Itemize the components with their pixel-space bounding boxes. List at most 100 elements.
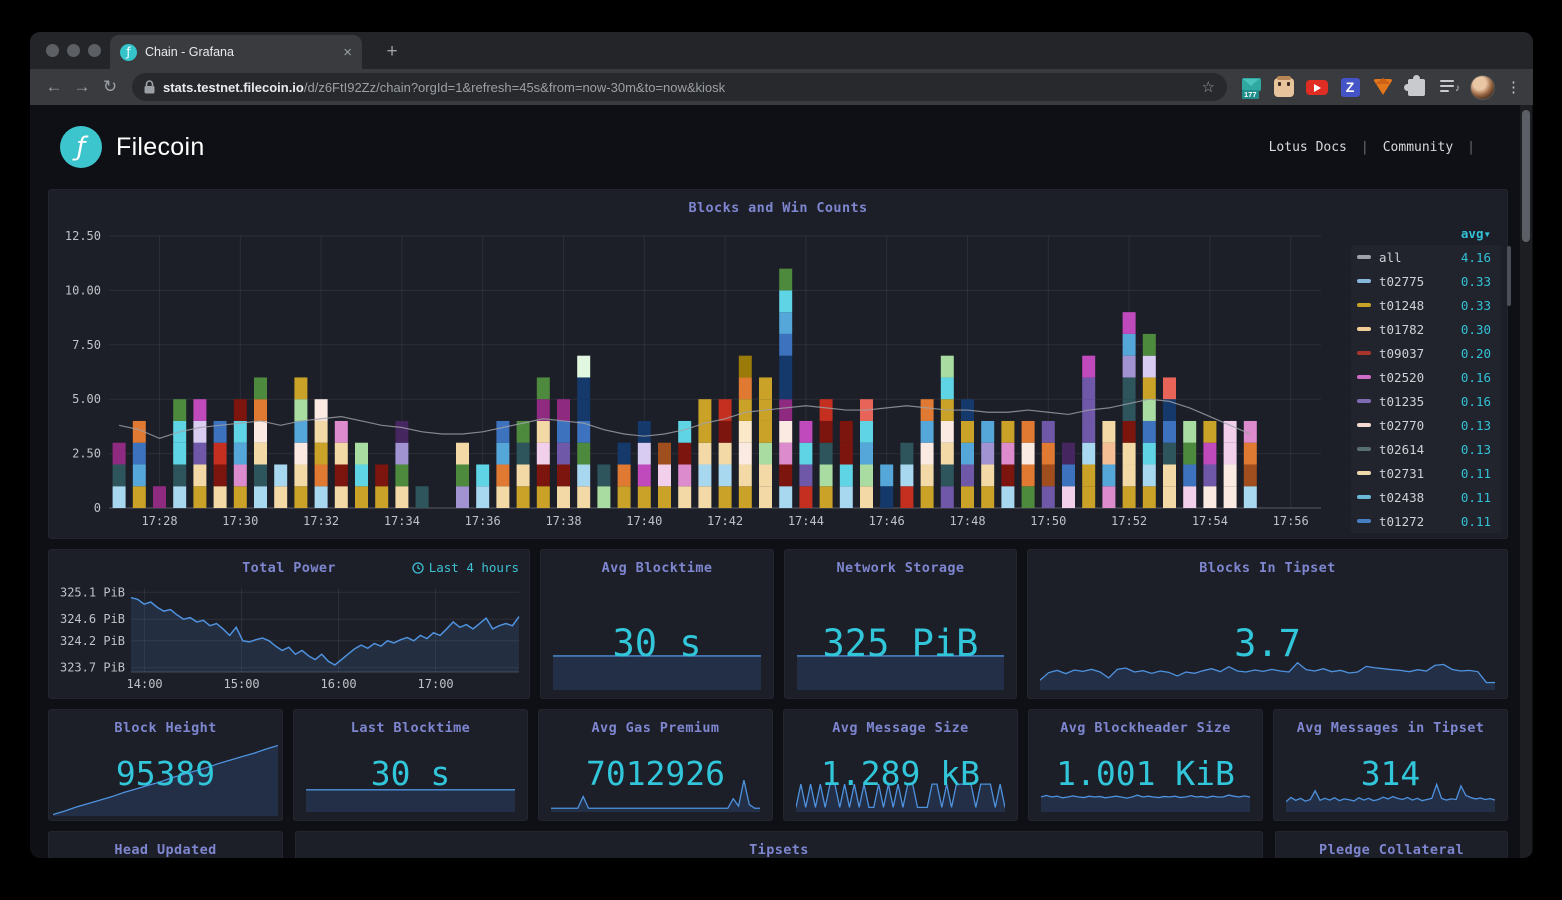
legend-series-name[interactable]: t09037 — [1379, 346, 1461, 361]
legend-color-dash — [1357, 279, 1371, 283]
panel-title[interactable]: Blocks In Tipset — [1028, 550, 1507, 576]
legend-item[interactable]: t027310.11 — [1351, 461, 1501, 485]
playlist-extension-icon[interactable]: ♪ — [1437, 74, 1461, 100]
legend-series-name[interactable]: t02438 — [1379, 490, 1461, 505]
svg-text:5.00: 5.00 — [72, 392, 101, 406]
robot-extension-icon[interactable] — [1272, 74, 1296, 100]
scrollbar-thumb[interactable] — [1522, 110, 1530, 242]
legend-item[interactable]: t027700.13 — [1351, 413, 1501, 437]
chart-legend: avg▾all4.16t027750.33t012480.33t017820.3… — [1351, 224, 1501, 532]
svg-text:7.50: 7.50 — [72, 338, 101, 352]
page-scrollbar[interactable] — [1520, 105, 1532, 858]
svg-text:17:38: 17:38 — [545, 514, 581, 528]
link-separator: | — [1467, 140, 1475, 155]
new-tab-button[interactable]: + — [378, 38, 406, 66]
metamask-extension-icon[interactable] — [1371, 74, 1395, 100]
legend-item[interactable]: t012720.11 — [1351, 509, 1501, 533]
brand-title: Filecoin — [116, 133, 205, 162]
back-icon[interactable]: ← — [40, 73, 68, 101]
legend-series-name[interactable]: t01272 — [1379, 514, 1461, 529]
youtube-extension-icon[interactable] — [1305, 74, 1329, 100]
legend-item[interactable]: t012480.33 — [1351, 293, 1501, 317]
community-link[interactable]: Community — [1383, 140, 1453, 155]
url-host: stats.testnet.filecoin.io — [163, 80, 304, 95]
browser-toolbar: ← → ↻ stats.testnet.filecoin.io/d/z6FtI9… — [30, 69, 1533, 105]
legend-color-dash — [1357, 423, 1371, 427]
svg-text:17:30: 17:30 — [222, 514, 258, 528]
legend-item[interactable]: all4.16 — [1351, 245, 1501, 269]
time-range[interactable]: Last 4 hours — [412, 560, 519, 575]
panel-title[interactable]: Avg Message Size — [784, 710, 1017, 736]
legend-series-name[interactable]: t02520 — [1379, 370, 1461, 385]
panel-title[interactable]: Tipsets — [296, 832, 1262, 858]
legend-color-dash — [1357, 471, 1371, 475]
lock-icon — [144, 80, 155, 94]
legend-series-name[interactable]: t01248 — [1379, 298, 1461, 313]
panel-avg-messages-in-tipset: Avg Messages in Tipset 314 — [1273, 709, 1508, 821]
panel-block-height: Block Height 95389 — [48, 709, 283, 821]
link-separator: | — [1361, 140, 1369, 155]
legend-series-name[interactable]: all — [1379, 250, 1461, 265]
browser-tab[interactable]: ƒ Chain - Grafana × — [110, 35, 362, 69]
legend-series-avg: 0.11 — [1461, 466, 1491, 481]
panel-title[interactable]: Pledge Collateral — [1276, 832, 1507, 858]
close-window-button[interactable] — [46, 44, 59, 57]
panel-title[interactable]: Avg Gas Premium — [539, 710, 772, 736]
panel-title[interactable]: Avg Messages in Tipset — [1274, 710, 1507, 736]
legend-series-name[interactable]: t02770 — [1379, 418, 1461, 433]
legend-series-avg: 0.16 — [1461, 370, 1491, 385]
panel-title[interactable]: Avg Blockheader Size — [1029, 710, 1262, 736]
bookmark-star-icon[interactable]: ☆ — [1202, 78, 1215, 96]
panel-title[interactable]: Head Updated — [49, 832, 282, 858]
legend-item[interactable]: t027750.33 — [1351, 269, 1501, 293]
legend-color-dash — [1357, 351, 1371, 355]
legend-series-avg: 0.30 — [1461, 322, 1491, 337]
panel-title[interactable]: Avg Blocktime — [541, 550, 773, 576]
legend-item[interactable]: t012350.16 — [1351, 389, 1501, 413]
legend-item[interactable]: t024380.11 — [1351, 485, 1501, 509]
tab-close-icon[interactable]: × — [343, 44, 352, 61]
header-links: Lotus Docs | Community | — [1269, 140, 1503, 155]
extensions-puzzle-icon[interactable] — [1404, 74, 1428, 100]
legend-series-avg: 0.33 — [1461, 274, 1491, 289]
lotus-docs-link[interactable]: Lotus Docs — [1269, 140, 1347, 155]
panel-title[interactable]: Block Height — [49, 710, 282, 736]
svg-text:0: 0 — [94, 501, 101, 515]
panel-tipsets: Tipsets — [295, 831, 1263, 858]
mail-badge: 177 — [1242, 90, 1259, 99]
panel-title[interactable]: Network Storage — [785, 550, 1016, 576]
panel-network-storage: Network Storage 325 PiB — [784, 549, 1017, 699]
panel-row-3: Block Height 95389 Last Blocktime 30 s A… — [48, 709, 1508, 821]
svg-text:324.6 PiB: 324.6 PiB — [60, 612, 125, 626]
forward-icon[interactable]: → — [68, 73, 96, 101]
legend-item[interactable]: t017820.30 — [1351, 317, 1501, 341]
legend-series-name[interactable]: t02731 — [1379, 466, 1461, 481]
legend-item[interactable]: t090370.20 — [1351, 341, 1501, 365]
legend-series-name[interactable]: t01782 — [1379, 322, 1461, 337]
total-power-chart: 325.1 PiB324.6 PiB324.2 PiB323.7 PiB14:0… — [55, 582, 525, 698]
legend-avg-header[interactable]: avg▾ — [1351, 224, 1501, 245]
stat-value: 3.7 — [1028, 622, 1507, 665]
url-text: stats.testnet.filecoin.io/d/z6FtI92Zz/ch… — [163, 80, 725, 95]
mail-extension-icon[interactable]: 177 — [1239, 74, 1263, 100]
legend-series-name[interactable]: t02614 — [1379, 442, 1461, 457]
legend-item[interactable]: t025200.16 — [1351, 365, 1501, 389]
reload-icon[interactable]: ↻ — [96, 73, 124, 101]
tab-strip: ƒ Chain - Grafana × + — [30, 32, 1533, 69]
panel-title[interactable]: Last Blocktime — [294, 710, 527, 736]
svg-text:17:54: 17:54 — [1192, 514, 1228, 528]
legend-series-name[interactable]: t01235 — [1379, 394, 1461, 409]
svg-text:17:56: 17:56 — [1273, 514, 1309, 528]
zoom-window-button[interactable] — [88, 44, 101, 57]
minimize-window-button[interactable] — [67, 44, 80, 57]
zotero-extension-icon[interactable]: Z — [1338, 74, 1362, 100]
address-bar[interactable]: stats.testnet.filecoin.io/d/z6FtI92Zz/ch… — [132, 73, 1227, 101]
legend-scrollbar[interactable] — [1507, 246, 1511, 306]
legend-item[interactable]: t026140.13 — [1351, 437, 1501, 461]
profile-avatar[interactable] — [1470, 75, 1495, 100]
legend-series-name[interactable]: t02775 — [1379, 274, 1461, 289]
svg-text:14:00: 14:00 — [127, 677, 163, 691]
panel-title[interactable]: Blocks and Win Counts — [49, 190, 1507, 216]
legend-color-dash — [1357, 447, 1371, 451]
browser-menu-icon[interactable]: ⋮ — [1504, 78, 1523, 96]
